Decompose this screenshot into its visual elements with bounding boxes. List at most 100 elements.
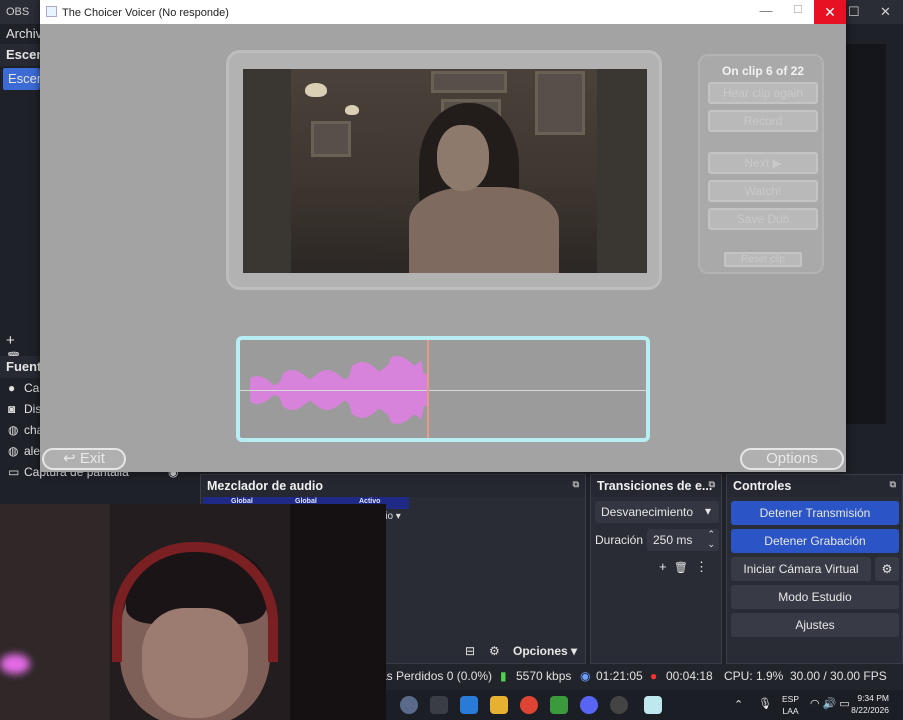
user-icon: ●: [8, 381, 16, 395]
lamp: [305, 83, 327, 97]
reset-clip-button[interactable]: Reset clip: [724, 252, 802, 267]
hear-again-button[interactable]: Hear clip again: [708, 82, 818, 104]
float-icon[interactable]: ⧉: [890, 479, 896, 490]
settings-button[interactable]: Ajustes: [731, 613, 899, 637]
add-icon[interactable]: +: [6, 332, 15, 349]
character-face: [437, 125, 489, 191]
transition-select[interactable]: Desvanecimiento ▾: [595, 501, 719, 523]
maximize-icon[interactable]: ☐: [848, 4, 860, 20]
dropped-frames: as Perdidos 0 (0.0%): [380, 669, 493, 683]
app-icon: [46, 6, 57, 17]
stop-record-button[interactable]: Detener Grabación: [731, 529, 899, 553]
gear-icon[interactable]: ⚙: [875, 557, 899, 581]
playhead[interactable]: [427, 340, 429, 438]
stepper-icon[interactable]: ⌃ ⌄: [707, 529, 715, 549]
signal-icon: ▮: [500, 669, 507, 683]
video-clip: [243, 69, 647, 273]
folder-icon[interactable]: [490, 696, 508, 714]
stop-stream-button[interactable]: Detener Transmisión: [731, 501, 899, 525]
wall-picture: [535, 71, 585, 135]
mixer-footer: ⊟ ⚙ Opciones ▾: [459, 641, 587, 663]
stream-icon: ◉: [580, 669, 591, 683]
game-title: The Choicer Voicer (No responde): [62, 7, 229, 19]
light-glow: [0, 654, 30, 674]
transition-tools: + 🗑 ⋮: [659, 559, 708, 575]
clock[interactable]: 9:34 PM 8/22/2026: [851, 692, 889, 716]
scene-item[interactable]: Escen: [3, 68, 44, 90]
globe-icon: ◍: [8, 444, 19, 458]
float-icon[interactable]: ⧉: [709, 479, 715, 490]
save-dub-button[interactable]: Save Dub: [708, 208, 818, 230]
layout-icon[interactable]: ⊟: [465, 644, 475, 658]
virtual-camera-button[interactable]: Iniciar Cámara Virtual: [731, 557, 871, 581]
add-icon[interactable]: +: [659, 559, 667, 574]
app-icon[interactable]: [400, 696, 418, 714]
camera-icon: ◙: [8, 402, 16, 416]
minecraft-icon[interactable]: [550, 696, 568, 714]
waveform: [250, 356, 427, 424]
record-button[interactable]: Record: [708, 110, 818, 132]
close-icon[interactable]: ✕: [814, 0, 846, 24]
language-indicator[interactable]: ESP LAA: [782, 693, 799, 717]
chevron-up-icon[interactable]: ⌃: [734, 698, 743, 711]
record-icon: ●: [650, 669, 658, 683]
control-panel: On clip 6 of 22 Hear clip again Record N…: [698, 54, 824, 274]
controls-header: Controles ⧉: [727, 475, 902, 497]
sources-header: Fuent: [0, 356, 41, 378]
watch-button[interactable]: Watch!: [708, 180, 818, 202]
float-icon[interactable]: ⧉: [573, 479, 579, 490]
waveform-panel[interactable]: [236, 336, 650, 442]
scenes-header: Escena: [0, 44, 52, 66]
options-button[interactable]: Options: [740, 448, 844, 470]
gear-icon[interactable]: ⚙: [489, 644, 500, 658]
fps: 30.00 / 30.00 FPS: [790, 669, 887, 683]
game-body: On clip 6 of 22 Hear clip again Record N…: [40, 24, 846, 472]
wifi-icon[interactable]: ◠ 🔊 ▭: [810, 697, 850, 710]
options-menu[interactable]: Opciones ▾: [513, 644, 577, 658]
video-scene: [291, 69, 597, 273]
character-body: [409, 187, 559, 273]
background-shelf: [0, 504, 110, 720]
cpu-usage: CPU: 1.9%: [724, 669, 784, 683]
maximize-icon[interactable]: ☐: [790, 3, 806, 21]
microphone-icon[interactable]: 🎙: [758, 697, 772, 710]
close-icon[interactable]: ✕: [880, 4, 891, 20]
obs-title: OBS: [6, 6, 30, 18]
clip-counter: On clip 6 of 22: [721, 64, 805, 78]
chrome-icon[interactable]: [520, 696, 538, 714]
monitor-icon: ▭: [8, 465, 20, 479]
video-frame: [226, 50, 662, 290]
transitions-dock: Transiciones de e... ⧉ Desvanecimiento ▾…: [590, 474, 722, 664]
more-icon[interactable]: ⋮: [695, 559, 708, 574]
game-window: The Choicer Voicer (No responde) — ☐ ✕ O…: [40, 0, 846, 472]
task-view-icon[interactable]: [430, 696, 448, 714]
store-icon[interactable]: [460, 696, 478, 714]
taskbar: ⌃ 🎙 ESP LAA ◠ 🔊 ▭ 9:34 PM 8/22/2026: [386, 690, 903, 720]
duration-input[interactable]: 250 ms ⌃ ⌄: [647, 529, 719, 551]
mixer-header: Mezclador de audio ⧉: [201, 475, 585, 497]
game-titlebar: The Choicer Voicer (No responde) — ☐ ✕: [40, 0, 846, 24]
bitrate: 5570 kbps: [516, 669, 572, 683]
controls-dock: Controles ⧉ Detener Transmisión Detener …: [726, 474, 903, 664]
lamp: [345, 105, 359, 115]
next-button[interactable]: Next ▶: [708, 152, 818, 174]
chevron-down-icon: ▾: [704, 504, 711, 518]
transitions-header: Transiciones de e... ⧉: [591, 475, 721, 497]
game-icon[interactable]: [644, 696, 662, 714]
trash-icon[interactable]: 🗑: [674, 562, 688, 574]
status-bar: as Perdidos 0 (0.0%) ▮ 5570 kbps ◉ 01:21…: [380, 664, 903, 690]
waveform-baseline: [240, 390, 646, 391]
menu-file[interactable]: Archiv: [0, 24, 42, 44]
discord-icon[interactable]: [580, 696, 598, 714]
exit-button[interactable]: ↩ Exit: [42, 448, 126, 470]
minimize-icon[interactable]: —: [758, 3, 774, 21]
record-time: 00:04:18: [666, 669, 713, 683]
globe-icon: ◍: [8, 423, 19, 437]
obs-icon[interactable]: [610, 696, 628, 714]
background-door: [290, 504, 386, 720]
studio-mode-button[interactable]: Modo Estudio: [731, 585, 899, 609]
webcam-feed: [0, 504, 386, 720]
preview-edge: [846, 44, 886, 424]
wall-picture: [311, 121, 351, 157]
scene-toolbar: + 🗑: [0, 330, 40, 365]
